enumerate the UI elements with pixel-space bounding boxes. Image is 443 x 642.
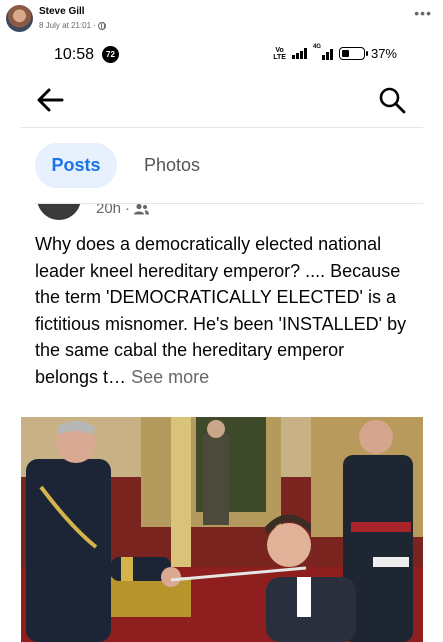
status-icons: Vo LTE 4G 37% [273,44,397,61]
globe-icon [97,21,106,30]
author-avatar[interactable] [6,5,33,32]
volte-indicator: Vo LTE [273,46,286,61]
post-photo[interactable] [21,417,423,642]
profile-tabs: Posts Photos [21,128,423,204]
tab-posts[interactable]: Posts [35,143,117,188]
notification-badge: 72 [102,46,119,63]
meta-separator: · [93,21,96,30]
shared-screenshot: 10:58 72 Vo LTE 4G 37% Posts Photos 20h … [21,38,423,642]
post-header: 20h · [21,204,423,220]
status-time: 10:58 [54,46,95,63]
signal-icon [291,48,307,59]
post-text: Why does a democratically elected nation… [35,234,407,387]
battery-icon [338,47,368,60]
post-date[interactable]: 8 July at 21:01 [39,21,91,30]
status-bar: 10:58 72 Vo LTE 4G 37% [21,38,423,72]
post-body: Why does a democratically elected nation… [35,231,411,390]
search-icon[interactable] [378,86,406,114]
tab-photos[interactable]: Photos [131,143,213,188]
knighting-ceremony-image [21,417,423,642]
post-meta-row: 20h · [96,204,150,217]
post-dot: · [125,204,131,217]
post-time[interactable]: 20h [96,204,121,217]
more-dots-icon[interactable]: ••• [414,5,432,21]
friends-icon [134,204,150,214]
post-avatar[interactable] [37,204,81,220]
battery-level [341,50,350,57]
top-nav [21,72,423,128]
back-arrow-icon[interactable] [35,86,65,114]
fb-post-header: Steve Gill 8 July at 21:01 · ••• [0,0,443,38]
battery-percent: 37% [370,46,397,61]
author-name[interactable]: Steve Gill [39,6,85,17]
network-4g-icon: 4G [313,44,333,60]
see-more-link[interactable]: See more [131,367,209,387]
post-meta: 8 July at 21:01 · [39,21,106,30]
